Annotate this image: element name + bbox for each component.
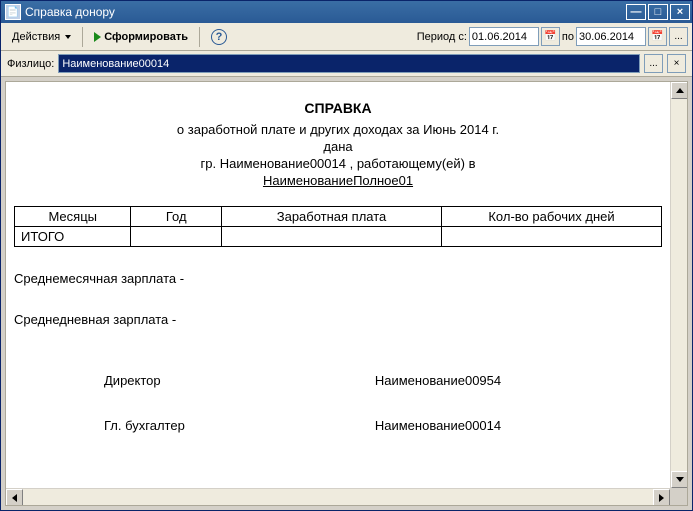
close-button[interactable]: × <box>670 4 690 20</box>
play-icon <box>94 32 101 42</box>
vertical-scrollbar[interactable] <box>670 82 687 488</box>
help-icon: ? <box>211 29 227 45</box>
minimize-button[interactable]: — <box>626 4 646 20</box>
app-window: 📄 Справка донору — □ × Действия Сформиро… <box>0 0 693 511</box>
chevron-down-icon <box>65 35 71 39</box>
date-from-input[interactable] <box>469 27 539 46</box>
doc-citizen: гр. Наименование00014 , работающему(ей) … <box>14 156 662 171</box>
accountant-label: Гл. бухгалтер <box>14 418 214 433</box>
generate-button[interactable]: Сформировать <box>87 26 195 48</box>
avg-day: Среднедневная зарплата - <box>14 312 662 327</box>
doc-title: СПРАВКА <box>14 100 662 116</box>
person-clear-button[interactable]: × <box>667 54 686 73</box>
titlebar: 📄 Справка донору — □ × <box>1 1 692 23</box>
person-input[interactable]: Наименование00014 <box>58 54 640 73</box>
toolbar-separator <box>199 27 200 47</box>
calendar-from-button[interactable]: 📅 <box>541 27 560 46</box>
person-label: Физлицо: <box>7 58 54 70</box>
horizontal-scrollbar[interactable] <box>6 488 670 505</box>
col-days: Кол-во рабочих дней <box>442 207 662 227</box>
toolbar: Действия Сформировать ? Период с: 📅 по 📅… <box>1 23 692 51</box>
accountant-name: Наименование00014 <box>214 418 662 433</box>
total-days <box>442 227 662 247</box>
table-header-row: Месяцы Год Заработная плата Кол-во рабоч… <box>15 207 662 227</box>
scroll-up-button[interactable] <box>671 82 688 99</box>
period-to-label: по <box>562 31 574 43</box>
period-from-label: Период с: <box>417 31 467 43</box>
director-name: Наименование00954 <box>214 373 662 388</box>
doc-subtitle: о заработной плате и других доходах за И… <box>14 122 662 137</box>
summary-block: Среднемесячная зарплата - Среднедневная … <box>14 271 662 327</box>
signatures: Директор Наименование00954 Гл. бухгалтер… <box>14 373 662 433</box>
total-year <box>131 227 222 247</box>
total-salary <box>222 227 442 247</box>
toolbar-separator <box>82 27 83 47</box>
col-year: Год <box>131 207 222 227</box>
document-viewport: СПРАВКА о заработной плате и других дохо… <box>5 81 688 506</box>
scroll-right-button[interactable] <box>653 489 670 506</box>
col-months: Месяцы <box>15 207 131 227</box>
total-label: ИТОГО <box>15 227 131 247</box>
director-label: Директор <box>14 373 214 388</box>
period-picker-button[interactable]: ... <box>669 27 688 46</box>
help-button[interactable]: ? <box>204 26 234 48</box>
accountant-row: Гл. бухгалтер Наименование00014 <box>14 418 662 433</box>
salary-table: Месяцы Год Заработная плата Кол-во рабоч… <box>14 206 662 247</box>
scroll-left-button[interactable] <box>6 489 23 506</box>
avg-month: Среднемесячная зарплата - <box>14 271 662 286</box>
scrollbar-corner <box>670 488 687 505</box>
doc-given: дана <box>14 139 662 154</box>
maximize-button[interactable]: □ <box>648 4 668 20</box>
calendar-to-button[interactable]: 📅 <box>648 27 667 46</box>
window-title: Справка донору <box>25 5 115 19</box>
table-total-row: ИТОГО <box>15 227 662 247</box>
generate-label: Сформировать <box>104 31 188 43</box>
person-select-button[interactable]: ... <box>644 54 663 73</box>
doc-org: НаименованиеПолное01 <box>14 173 662 188</box>
director-row: Директор Наименование00954 <box>14 373 662 388</box>
filterbar: Физлицо: Наименование00014 ... × <box>1 51 692 77</box>
col-salary: Заработная плата <box>222 207 442 227</box>
document-body: СПРАВКА о заработной плате и других дохо… <box>6 82 670 488</box>
actions-menu-label: Действия <box>12 31 60 43</box>
person-value: Наименование00014 <box>62 58 169 70</box>
scroll-down-button[interactable] <box>671 471 688 488</box>
date-to-input[interactable] <box>576 27 646 46</box>
app-icon: 📄 <box>5 4 21 20</box>
actions-menu[interactable]: Действия <box>5 26 78 48</box>
